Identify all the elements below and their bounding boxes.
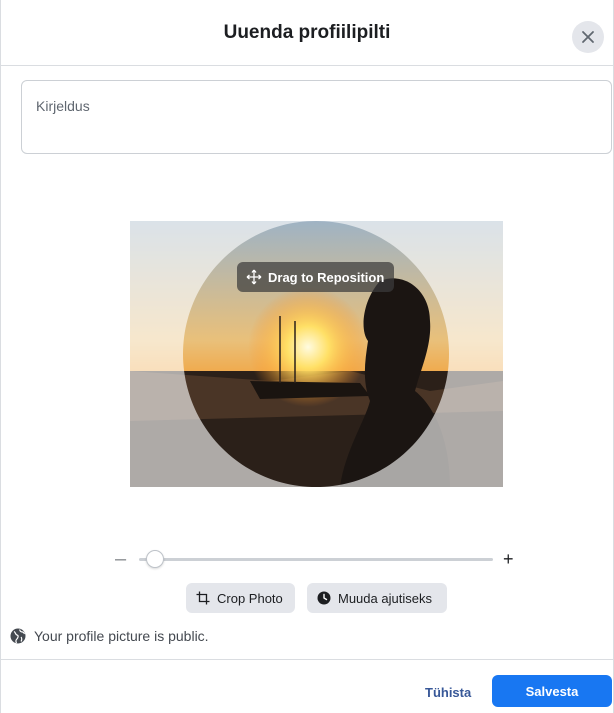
description-placeholder: Kirjeldus [36,98,90,114]
description-input[interactable]: Kirjeldus [21,80,612,154]
crop-icon [196,591,210,605]
photo-crop-area[interactable]: Drag to Reposition [130,221,503,487]
zoom-slider-track[interactable] [139,558,493,561]
make-temporary-label: Muuda ajutiseks [338,590,432,606]
crop-photo-button[interactable]: Crop Photo [186,583,295,613]
zoom-slider-thumb[interactable] [145,550,164,568]
zoom-in-button[interactable]: + [503,548,514,570]
globe-icon [10,628,26,644]
dialog-title: Uuenda profiilipilti [223,21,391,43]
privacy-text: Your profile picture is public. [34,628,209,644]
crop-photo-label: Crop Photo [217,590,283,606]
photo-actions: Crop Photo Muuda ajutiseks [1,583,613,613]
move-arrows-icon [246,269,262,285]
update-profile-picture-dialog: Uuenda profiilipilti Kirjeldus Drag to R… [0,0,614,713]
make-temporary-button[interactable]: Muuda ajutiseks [307,583,447,613]
profile-photo [130,221,503,487]
privacy-notice: Your profile picture is public. [10,626,209,646]
close-icon [582,31,594,43]
drag-label: Drag to Reposition [268,269,385,285]
footer-divider [1,659,613,660]
close-button[interactable] [572,21,604,53]
zoom-out-button[interactable]: – [115,548,126,570]
drag-to-reposition-button[interactable]: Drag to Reposition [237,262,395,292]
clock-icon [317,591,331,605]
zoom-control: – + [115,548,521,570]
save-button[interactable]: Salvesta [492,675,612,707]
dialog-header: Uuenda profiilipilti [1,0,613,66]
cancel-button[interactable]: Tühista [425,676,471,708]
